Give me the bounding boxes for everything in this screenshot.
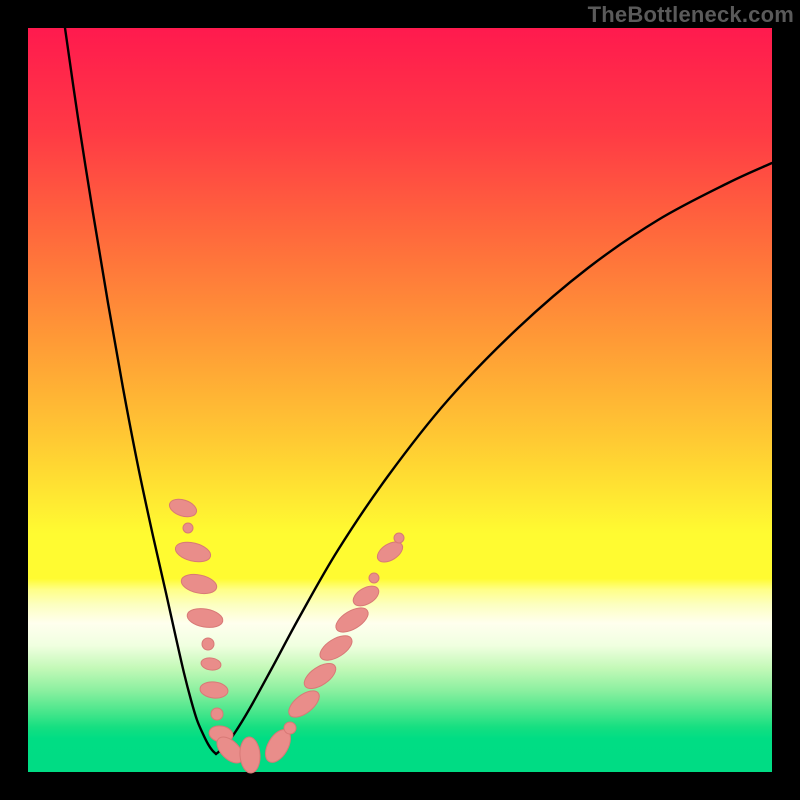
bead — [239, 736, 261, 773]
bead — [350, 582, 382, 610]
bead — [199, 681, 229, 700]
bead — [180, 571, 219, 596]
bead — [332, 603, 372, 637]
bead — [186, 606, 225, 630]
bead — [200, 657, 221, 672]
chart-frame: TheBottleneck.com — [0, 0, 800, 800]
bead — [369, 573, 379, 583]
bead — [183, 523, 193, 533]
bead — [394, 533, 404, 543]
bead — [173, 539, 212, 565]
chart-svg — [28, 28, 772, 772]
bead — [211, 708, 223, 720]
bead — [300, 658, 340, 693]
curve-right-branch — [216, 163, 772, 754]
plot-area — [28, 28, 772, 772]
bead — [202, 638, 214, 650]
bead — [284, 722, 296, 734]
watermark-text: TheBottleneck.com — [588, 2, 794, 28]
curve-left-branch — [65, 28, 216, 754]
bead — [316, 631, 356, 665]
bead — [284, 686, 323, 722]
bead — [167, 496, 199, 520]
